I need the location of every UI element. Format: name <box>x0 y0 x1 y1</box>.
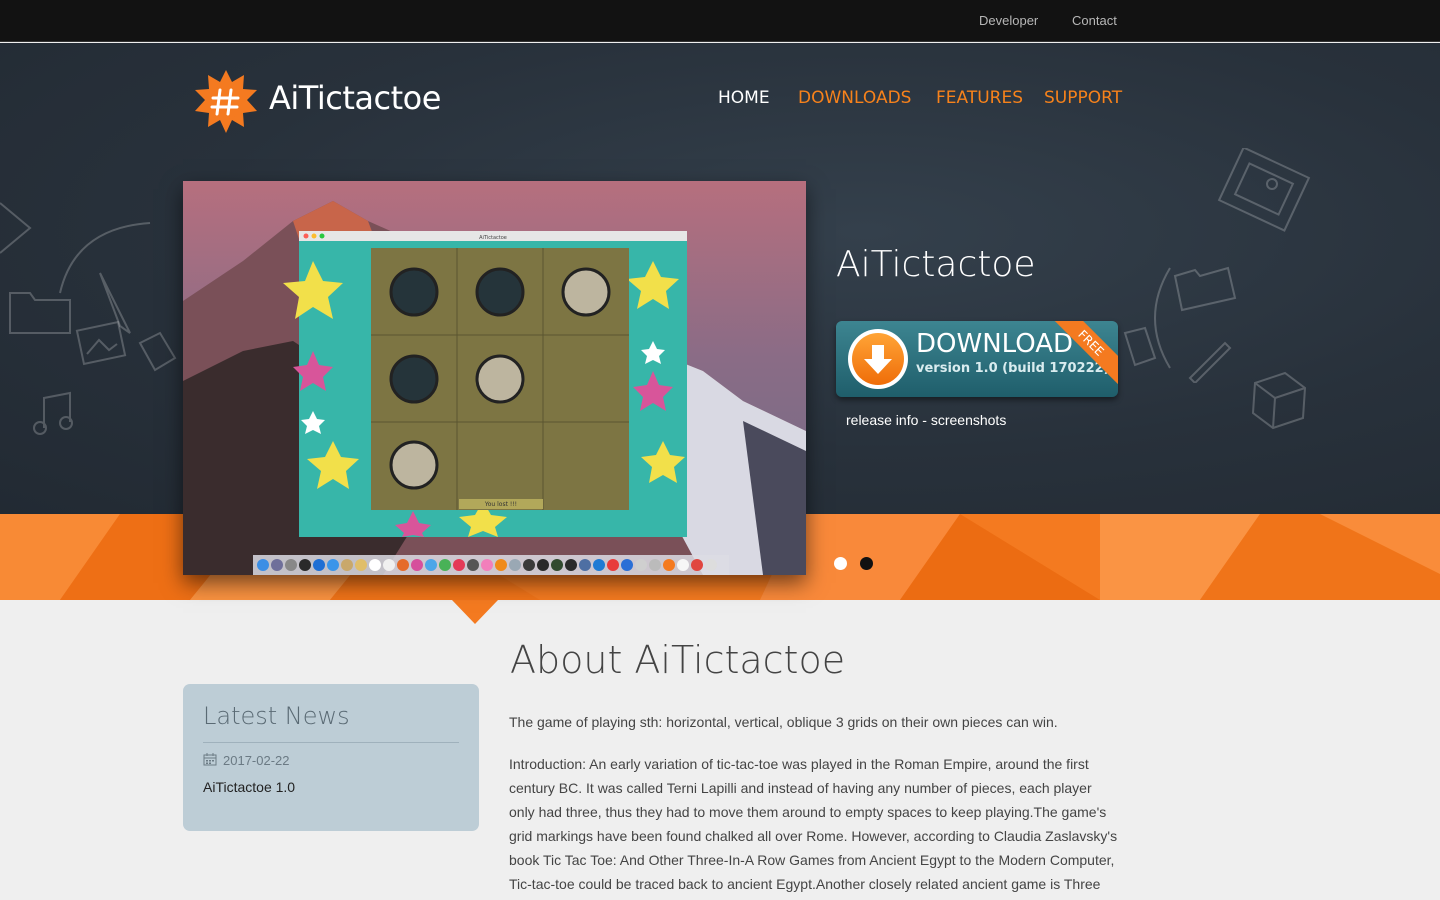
screenshots-link[interactable]: screenshots <box>931 412 1006 428</box>
nav-downloads[interactable]: DOWNLOADS <box>798 88 911 108</box>
nav-features[interactable]: FEATURES <box>936 88 1023 108</box>
news-date: 2017-02-22 <box>203 753 290 768</box>
slider-dot-2[interactable] <box>860 557 873 570</box>
developer-link[interactable]: Developer <box>979 13 1038 28</box>
about-paragraph-1: The game of playing sth: horizontal, ver… <box>509 714 1058 730</box>
logo-icon[interactable] <box>193 69 259 135</box>
about-line: grid markings have been found chalked al… <box>509 828 1118 844</box>
release-info-link[interactable]: release info <box>846 412 918 428</box>
about-line: book Tic Tac Toe: And Other Three-In-A R… <box>509 852 1115 868</box>
about-line: only had three, thus they had to move th… <box>509 804 1107 820</box>
news-divider <box>203 742 459 743</box>
about-line: Introduction: An early variation of tic-… <box>509 756 1089 772</box>
news-date-text: 2017-02-22 <box>223 753 290 768</box>
about-paragraph-2: Introduction: An early variation of tic-… <box>509 752 1139 896</box>
about-line: Tic-tac-toe could be traced back to anci… <box>509 876 1101 892</box>
news-item-link[interactable]: AiTictactoe 1.0 <box>203 779 295 795</box>
app-screenshot[interactable]: AiTictactoe You lost !!! <box>183 181 806 575</box>
download-button[interactable]: DOWNLOAD version 1.0 (build 170222) FREE <box>836 321 1118 397</box>
game-status: You lost !!! <box>484 501 517 508</box>
news-title: Latest News <box>203 702 350 730</box>
download-label: DOWNLOAD <box>916 329 1074 359</box>
top-bar: Developer Contact <box>0 0 1440 42</box>
download-arrow-icon <box>848 329 908 389</box>
brand-name[interactable]: AiTictactoe <box>269 79 441 117</box>
about-line: century BC. It was called Terni Lapilli … <box>509 780 1092 796</box>
latest-news-panel: Latest News 2017-02-22 AiTictactoe 1.0 <box>183 684 479 831</box>
release-links: release info - screenshots <box>846 412 1006 428</box>
download-version: version 1.0 (build 170222) <box>916 361 1110 376</box>
calendar-icon <box>203 753 217 766</box>
section-pointer <box>452 600 498 624</box>
hero-title: AiTictactoe <box>836 244 1036 285</box>
about-title: About AiTictactoe <box>510 638 846 682</box>
nav-home[interactable]: HOME <box>718 88 770 108</box>
link-separator: - <box>918 412 931 428</box>
contact-link[interactable]: Contact <box>1072 13 1117 28</box>
window-title: AiTictactoe <box>479 235 507 241</box>
slider-dot-1[interactable] <box>834 557 847 570</box>
nav-support[interactable]: SUPPORT <box>1044 88 1122 108</box>
